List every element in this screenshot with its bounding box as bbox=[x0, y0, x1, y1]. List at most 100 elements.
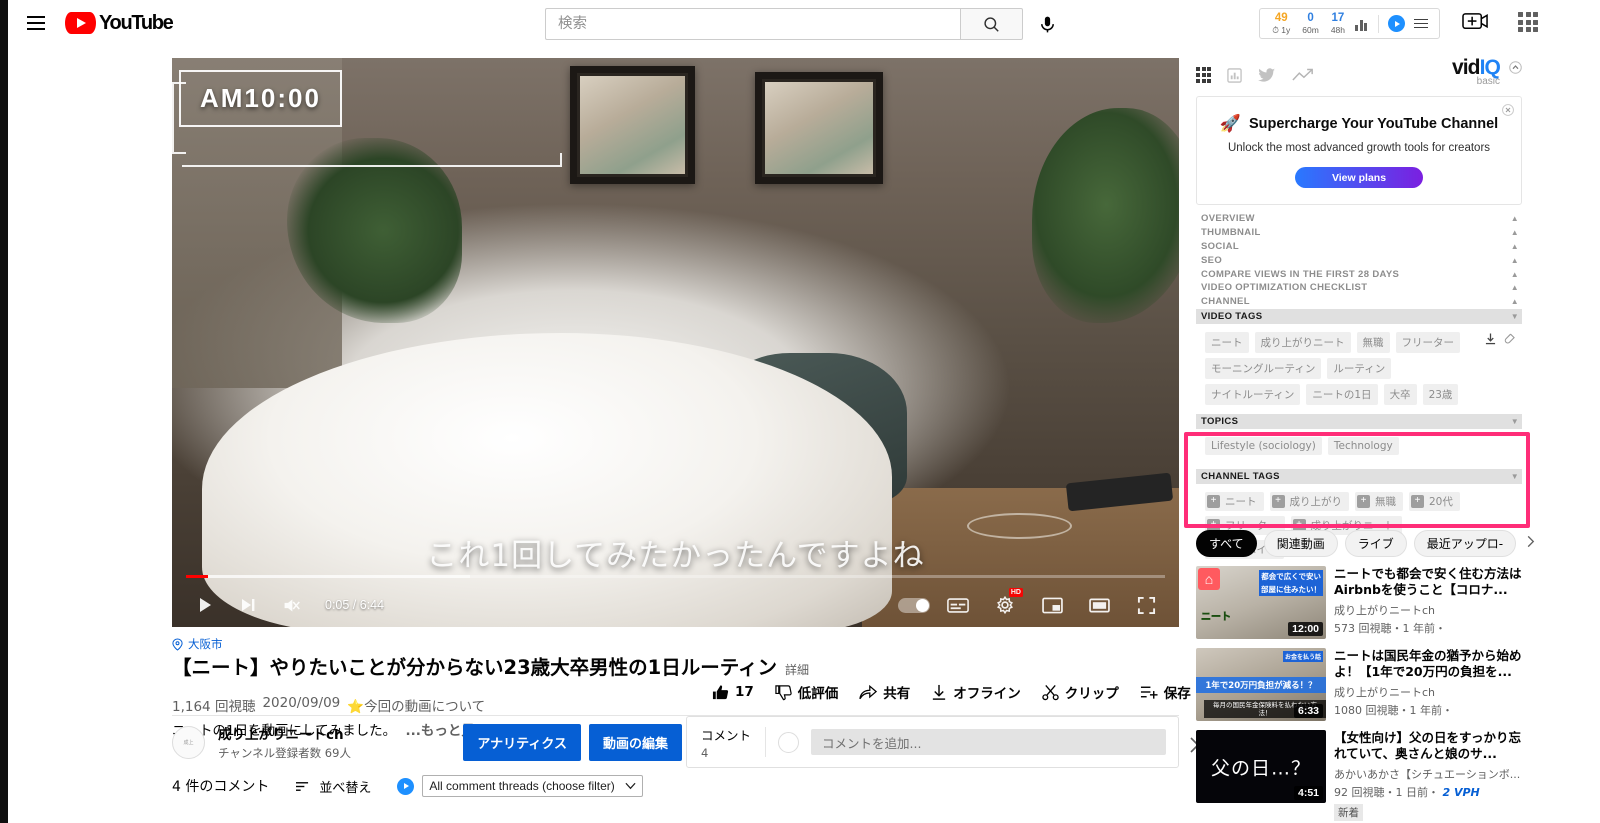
search-button[interactable] bbox=[960, 8, 1023, 40]
dislike-button[interactable]: 低評価 bbox=[775, 682, 838, 702]
theater-mode-button[interactable] bbox=[1080, 591, 1118, 619]
sidebar-item-optimization-checklist[interactable]: VIDEO OPTIMIZATION CHECKLIST ▲ bbox=[1196, 281, 1522, 295]
sidebar-header-channel-tags[interactable]: CHANNEL TAGS ▼ bbox=[1196, 468, 1522, 484]
create-video-icon[interactable] bbox=[1462, 10, 1490, 36]
bar-chart-icon[interactable] bbox=[1355, 17, 1369, 31]
video-tag[interactable]: ニート bbox=[1205, 331, 1249, 353]
vidiq-stat-60m[interactable]: 0 60m bbox=[1296, 12, 1325, 34]
bar-chart-icon[interactable] bbox=[1227, 67, 1242, 83]
sidebar-header-video-tags[interactable]: VIDEO TAGS ▼ bbox=[1196, 308, 1522, 324]
channel-tag[interactable]: + 成り上がり bbox=[1269, 491, 1349, 511]
chip-recently-uploaded[interactable]: 最近アップロ- bbox=[1413, 530, 1517, 557]
comment-filter-select[interactable]: All comment threads (choose filter) bbox=[422, 775, 643, 797]
chip-related[interactable]: 関連動画 bbox=[1263, 530, 1338, 557]
offline-button[interactable]: オフライン bbox=[931, 682, 1021, 702]
user-avatar-icon bbox=[778, 731, 800, 753]
progress-bar[interactable] bbox=[186, 575, 1165, 578]
chip-all[interactable]: すべて bbox=[1196, 530, 1257, 557]
sidebar-item-social[interactable]: SOCIAL ▲ bbox=[1196, 240, 1522, 254]
video-channel: あかいあかさ【シチュエーションボ... bbox=[1334, 768, 1521, 781]
youtube-logo[interactable]: YouTube bbox=[65, 12, 174, 35]
video-player[interactable]: AM10:00 これ1回してみたかったんですよね 0:05 / 6:44 HD bbox=[172, 58, 1179, 627]
search-input[interactable] bbox=[545, 8, 960, 40]
channel-tag[interactable]: + 無職 bbox=[1355, 491, 1403, 511]
list-item[interactable]: お金を払う話 1年で20万円負担が減る！？ 毎月の国民年金保険料を払わない方法！… bbox=[1196, 648, 1522, 721]
video-tag[interactable]: ニートの1日 bbox=[1306, 383, 1378, 405]
collapse-chevron-icon[interactable] bbox=[1509, 61, 1522, 79]
chip-live[interactable]: ライブ bbox=[1344, 530, 1407, 557]
video-thumbnail[interactable]: 父の日…？ 4:51 bbox=[1196, 730, 1326, 803]
save-button[interactable]: 保存 bbox=[1140, 682, 1191, 702]
sidebar-item-overview[interactable]: OVERVIEW ▲ bbox=[1196, 212, 1522, 226]
video-location[interactable]: 大阪市 bbox=[172, 636, 1179, 652]
video-tag[interactable]: 大卒 bbox=[1383, 383, 1417, 405]
list-item[interactable]: 父の日…？ 4:51 【女性向け】父の日をすっかり忘れていて、奥さんと娘のサ..… bbox=[1196, 730, 1522, 821]
next-video-button[interactable] bbox=[229, 591, 267, 619]
video-detail-link[interactable]: 詳細 bbox=[785, 657, 809, 683]
vidiq-stat-1y[interactable]: 49 ⏱ 1y bbox=[1266, 12, 1296, 34]
add-comment-input[interactable]: コメントを追加... bbox=[811, 729, 1166, 755]
list-item[interactable]: ⌂ 都会で広くで安い 部屋に住みたい！ ニート 12:00 ニートでも都会で安く… bbox=[1196, 566, 1522, 639]
video-tags-list: ニート 成り上がりニート 無職 フリーター モーニングルーティン ルーティン ナ… bbox=[1205, 331, 1483, 405]
add-tag-icon[interactable]: + bbox=[1271, 494, 1285, 508]
twitter-icon[interactable] bbox=[1258, 67, 1276, 83]
video-tag[interactable]: 23歳 bbox=[1422, 383, 1459, 405]
download-tags-icon[interactable] bbox=[1485, 333, 1496, 345]
topic-tag[interactable]: Technology bbox=[1327, 436, 1399, 455]
channel-tag[interactable]: + ニート bbox=[1205, 491, 1264, 511]
grid-icon[interactable] bbox=[1196, 67, 1212, 83]
subtitles-button[interactable] bbox=[939, 591, 977, 619]
sidebar-header-topics[interactable]: TOPICS ▼ bbox=[1196, 413, 1522, 429]
autoplay-toggle[interactable] bbox=[898, 597, 930, 613]
add-tag-icon[interactable]: + bbox=[1207, 494, 1220, 508]
vidiq-sidebar: vidIQ basic 🚀 Supercharge Your YouTube C… bbox=[1196, 57, 1522, 568]
video-tag[interactable]: 無職 bbox=[1356, 331, 1390, 353]
miniplayer-button[interactable] bbox=[1033, 591, 1071, 619]
mute-button[interactable] bbox=[272, 591, 310, 619]
video-tag[interactable]: ルーティン bbox=[1327, 357, 1392, 379]
video-tag[interactable]: モーニングルーティン bbox=[1205, 357, 1322, 379]
edit-video-button[interactable]: 動画の編集 bbox=[588, 723, 682, 761]
settings-button[interactable]: HD bbox=[986, 588, 1024, 619]
divider bbox=[1378, 14, 1379, 33]
wall-art-2 bbox=[755, 72, 883, 184]
vidiq-logo-icon[interactable] bbox=[1388, 15, 1405, 32]
topic-tag[interactable]: Lifestyle (sociology) bbox=[1205, 436, 1322, 455]
share-button[interactable]: 共有 bbox=[859, 682, 910, 702]
channel-tag[interactable]: +20代 bbox=[1409, 491, 1460, 511]
apps-grid-icon[interactable] bbox=[1518, 12, 1538, 32]
add-tag-icon[interactable]: + bbox=[1411, 494, 1424, 508]
vidiq-logo-icon[interactable] bbox=[397, 777, 415, 795]
close-icon[interactable] bbox=[1502, 103, 1514, 121]
voice-search-button[interactable] bbox=[1028, 5, 1067, 44]
like-button[interactable]: 17 bbox=[712, 684, 754, 701]
chips-next-button[interactable] bbox=[1524, 535, 1537, 553]
sidebar-item-seo[interactable]: SEO ▲ bbox=[1196, 253, 1522, 267]
vidiq-stat-48h[interactable]: 17 48h bbox=[1325, 12, 1351, 34]
copy-tags-icon[interactable] bbox=[1504, 333, 1515, 345]
chevron-up-icon: ▲ bbox=[1510, 283, 1519, 293]
vidiq-menu-icon[interactable] bbox=[1414, 18, 1428, 29]
analytics-button[interactable]: アナリティクス bbox=[463, 723, 581, 761]
video-thumbnail[interactable]: ⌂ 都会で広くで安い 部屋に住みたい！ ニート 12:00 bbox=[1196, 566, 1326, 639]
video-tag[interactable]: フリーター bbox=[1395, 331, 1460, 353]
sidebar-item-channel[interactable]: CHANNEL ▲ bbox=[1196, 295, 1522, 309]
video-thumbnail[interactable]: お金を払う話 1年で20万円負担が減る！？ 毎月の国民年金保険料を払わない方法！… bbox=[1196, 648, 1326, 721]
clip-button[interactable]: クリップ bbox=[1042, 682, 1119, 702]
comment-count: 4 bbox=[701, 745, 709, 760]
view-plans-button[interactable]: View plans bbox=[1295, 167, 1423, 188]
hamburger-menu-icon[interactable] bbox=[24, 11, 48, 35]
video-tag[interactable]: 成り上がりニート bbox=[1254, 331, 1351, 353]
channel-avatar[interactable]: 成上 bbox=[172, 725, 205, 759]
video-tag[interactable]: ナイトルーティン bbox=[1205, 383, 1301, 405]
sort-comments-button[interactable]: 並べ替え bbox=[295, 777, 371, 796]
sidebar-item-compare-views[interactable]: COMPARE VIEWS IN THE FIRST 28 DAYS ▲ bbox=[1196, 267, 1522, 281]
sidebar-item-thumbnail[interactable]: THUMBNAIL ▲ bbox=[1196, 226, 1522, 240]
trending-icon[interactable] bbox=[1292, 68, 1314, 82]
fullscreen-button[interactable] bbox=[1127, 591, 1165, 619]
video-duration: 12:00 bbox=[1288, 622, 1323, 636]
add-tag-icon[interactable]: + bbox=[1357, 494, 1370, 508]
vidiq-stats-widget[interactable]: 49 ⏱ 1y 0 60m 17 48h bbox=[1259, 8, 1440, 39]
play-button[interactable] bbox=[186, 591, 224, 619]
channel-name[interactable]: 成り上がりニートch bbox=[218, 723, 351, 743]
